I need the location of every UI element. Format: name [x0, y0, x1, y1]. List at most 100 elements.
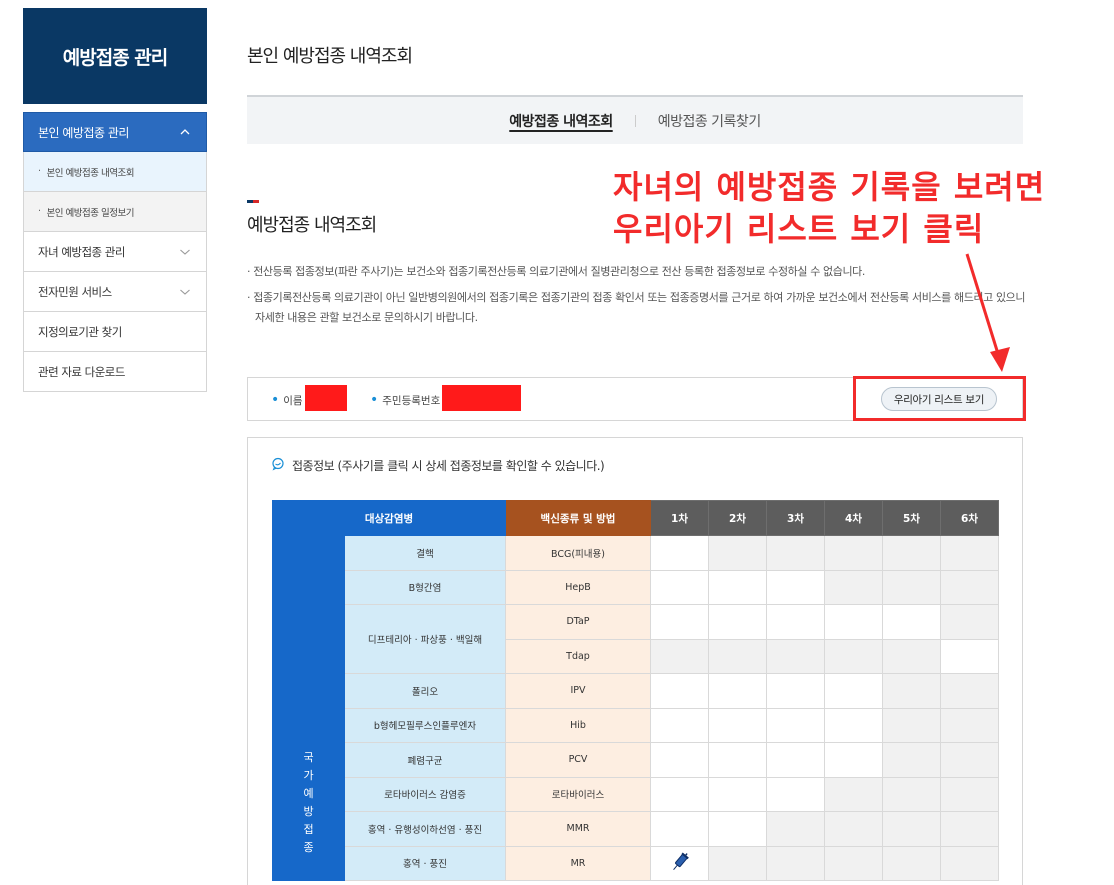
dose-cell: [708, 811, 767, 847]
annotation-line: 자녀의 예방접종 기록을 보려면: [613, 168, 1046, 206]
dose-cell: [650, 604, 709, 640]
dose-cell: [940, 845, 999, 881]
dose-cell: [650, 707, 709, 743]
disease-cell: 폴리오: [344, 673, 506, 709]
header-disease: 대상감염병: [272, 500, 506, 536]
dose-cell: [766, 742, 825, 778]
sidebar-item-label: 지정의료기관 찾기: [38, 324, 122, 339]
tab-vaccination-history[interactable]: 예방접종 내역조회: [509, 111, 613, 131]
header-dose-1: 1차: [650, 500, 709, 536]
section-mark: [247, 200, 259, 203]
dose-cell: [882, 569, 941, 605]
dose-cell: [824, 811, 883, 847]
dose-cell: [766, 707, 825, 743]
name-label: • 이름 :: [271, 392, 310, 408]
dose-cell: [824, 569, 883, 605]
notice-text: · 접종기록전산등록 의료기관이 아닌 일반병의원에서의 접종기록은 접종기관의…: [247, 291, 1026, 324]
chevron-up-icon: [178, 125, 192, 139]
id-number-label: • 주민등록번호 :: [370, 392, 448, 408]
dose-cell: [766, 535, 825, 571]
dose-cell: [824, 673, 883, 709]
dose-cell: [882, 638, 941, 674]
vaccine-cell: DTaP: [505, 604, 651, 640]
table-row: 홍역 · 풍진 MR: [273, 845, 999, 881]
sidebar-subitem-label: 본인 예방접종 내역조회: [46, 167, 135, 179]
table-row: 디프테리아 · 파상풍 · 백일해 DTaP: [273, 604, 999, 674]
sidebar-subitem-label: 본인 예방접종 일정보기: [46, 207, 135, 219]
sidebar-menu: 본인 예방접종 관리 · 본인 예방접종 내역조회 · 본인 예방접종 일정보기 자…: [23, 112, 207, 392]
dose-cell: [650, 569, 709, 605]
vaccine-cell: Tdap: [505, 638, 651, 674]
dose-cell: [708, 604, 767, 640]
dose-cell: [766, 811, 825, 847]
vaccine-cell: MMR: [505, 811, 651, 847]
table-row: 로타바이러스 감염증 로타바이러스: [273, 776, 999, 812]
dose-cell: [940, 638, 999, 674]
vaccination-table: 대상감염병 백신종류 및 방법 1차 2차 3차 4차 5차 6차 국 가 예 …: [272, 500, 999, 881]
dose-cell: [766, 776, 825, 812]
disease-cell: 결핵: [344, 535, 506, 571]
sidebar-title: 예방접종 관리: [23, 8, 207, 104]
page-title: 본인 예방접종 내역조회: [247, 46, 413, 67]
dose-cell: [824, 604, 883, 640]
dose-cell: [824, 776, 883, 812]
sidebar-item-label: 자녀 예방접종 관리: [38, 244, 125, 259]
table-row: b형헤모필루스인플루엔자 Hib: [273, 707, 999, 743]
dose-cell: [824, 707, 883, 743]
dose-cell: [650, 811, 709, 847]
tab-find-records[interactable]: 예방접종 기록찾기: [658, 111, 762, 131]
vaccine-cell: MR: [505, 845, 651, 881]
dose-cell: [650, 742, 709, 778]
sidebar-subitem-schedule[interactable]: · 본인 예방접종 일정보기: [23, 192, 207, 232]
vaccine-cell: Hib: [505, 707, 651, 743]
dose-cell: [766, 638, 825, 674]
dose-cell: [766, 569, 825, 605]
disease-cell: 홍역 · 유행성이하선염 · 풍진: [344, 811, 506, 847]
dose-cell: [708, 845, 767, 881]
header-dose-6: 6차: [940, 500, 999, 536]
sidebar-item-find-clinic[interactable]: 지정의료기관 찾기: [23, 312, 207, 352]
dose-cell: [766, 673, 825, 709]
table-row: 폐렴구균 PCV: [273, 742, 999, 778]
category-national-vaccination: 국 가 예 방 접 종: [272, 535, 345, 881]
sidebar-section-self-vaccination[interactable]: 본인 예방접종 관리: [23, 112, 207, 152]
disease-cell: 디프테리아 · 파상풍 · 백일해: [344, 604, 506, 674]
dose-cell: [650, 845, 709, 881]
syringe-icon[interactable]: [671, 851, 689, 876]
dose-cell: [766, 845, 825, 881]
dose-cell: [824, 742, 883, 778]
header-dose-5: 5차: [882, 500, 941, 536]
dose-cell: [940, 535, 999, 571]
sidebar-item-child-vaccination[interactable]: 자녀 예방접종 관리: [23, 232, 207, 272]
vaccine-cell: 로타바이러스: [505, 776, 651, 812]
table-row: 홍역 · 유행성이하선염 · 풍진 MMR: [273, 811, 999, 847]
table-row: 국 가 예 방 접 종 결핵 BCG(피내용): [272, 535, 999, 881]
header-vaccine: 백신종류 및 방법: [505, 500, 651, 536]
sidebar-subitem-history[interactable]: · 본인 예방접종 내역조회: [23, 152, 207, 192]
notice-text: · 전산등록 접종정보(파란 주사기)는 보건소와 접종기록전산등록 의료기관에…: [247, 265, 865, 278]
dose-cell: [882, 776, 941, 812]
annotation-text: 자녀의 예방접종 기록을 보려면 우리아기 리스트 보기 클릭: [613, 166, 1045, 250]
dose-cell: [766, 604, 825, 640]
tab-bar: 예방접종 내역조회 예방접종 기록찾기: [247, 95, 1023, 144]
sidebar-item-label: 관련 자료 다운로드: [38, 364, 125, 379]
dose-cell: [708, 638, 767, 674]
sidebar-item-label: 전자민원 서비스: [38, 284, 112, 299]
dose-cell: [708, 742, 767, 778]
dose-cell: [882, 707, 941, 743]
dose-cell: [940, 742, 999, 778]
sidebar-item-downloads[interactable]: 관련 자료 다운로드: [23, 352, 207, 392]
dose-cell: [882, 604, 941, 640]
dose-cell: [940, 811, 999, 847]
redacted-name: [305, 385, 347, 411]
vaccine-cell: BCG(피내용): [505, 535, 651, 571]
dose-cell: [882, 845, 941, 881]
section-title: 예방접종 내역조회: [247, 215, 377, 236]
header-dose-2: 2차: [708, 500, 767, 536]
chevron-down-icon: [178, 285, 192, 299]
redacted-id-number: [442, 385, 521, 411]
panel-title-text: 접종정보 (주사기를 클릭 시 상세 접종정보를 확인할 수 있습니다.): [292, 459, 605, 473]
header-dose-3: 3차: [766, 500, 825, 536]
sidebar-item-e-service[interactable]: 전자민원 서비스: [23, 272, 207, 312]
dose-cell: [824, 845, 883, 881]
